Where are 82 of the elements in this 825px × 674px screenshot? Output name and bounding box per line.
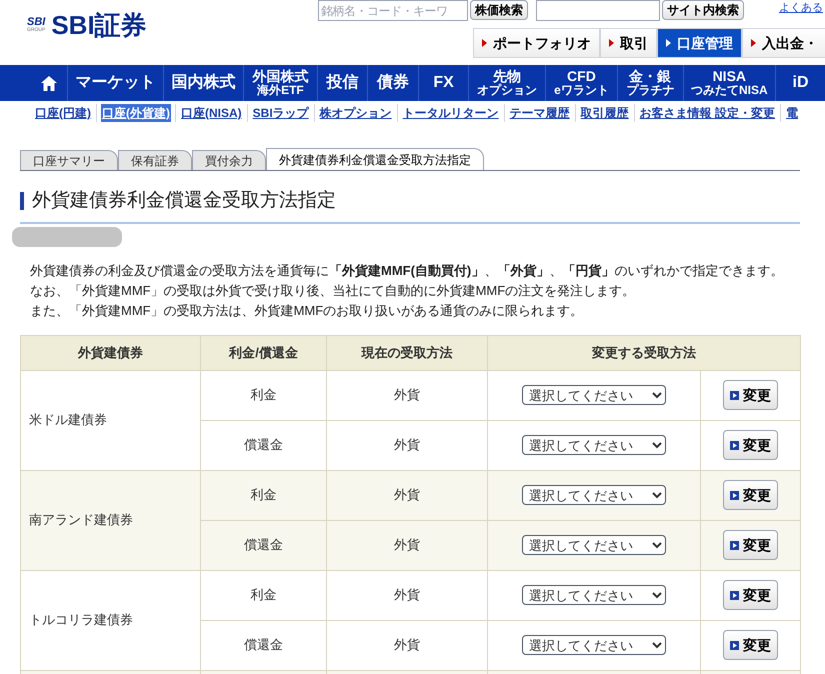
triangle-icon: [482, 39, 487, 47]
play-icon: [730, 540, 739, 550]
title-marker: [20, 192, 24, 210]
bond-name-cell: 米ドル建債券: [20, 370, 200, 470]
main-tab[interactable]: 入出金・: [742, 28, 825, 58]
site-search-button[interactable]: サイト内検索: [662, 0, 744, 20]
stock-search-field[interactable]: 銘柄名・コード・キーワ: [318, 0, 468, 21]
type-cell: 償還金: [200, 420, 326, 470]
stock-search-button[interactable]: 株価検索: [470, 0, 528, 20]
type-cell: 利金: [200, 570, 326, 620]
column-header: 外貨建債券: [20, 335, 200, 370]
sub-nav-link[interactable]: SBIラップ: [252, 104, 310, 122]
method-select[interactable]: 選択してください: [522, 585, 666, 605]
method-select[interactable]: 選択してください: [522, 635, 666, 655]
main-tab[interactable]: ポートフォリオ: [473, 28, 600, 58]
type-cell: 利金: [200, 470, 326, 520]
sub-nav-link[interactable]: トータルリターン: [402, 104, 500, 122]
play-icon: [730, 640, 739, 650]
page-tab[interactable]: 買付余力: [192, 150, 266, 170]
page-tab[interactable]: 外貨建債券利金償還金受取方法指定: [266, 148, 484, 170]
play-icon: [730, 390, 739, 400]
current-method-cell: 外貨: [326, 520, 488, 570]
sub-nav-link[interactable]: 電: [785, 104, 800, 122]
column-header: 現在の受取方法: [326, 335, 488, 370]
triangle-icon: [609, 39, 614, 47]
current-method-cell: 外貨: [326, 420, 488, 470]
triangle-icon: [751, 39, 756, 47]
page-tab[interactable]: 保有証券: [118, 150, 192, 170]
home-icon[interactable]: [40, 76, 57, 90]
current-method-cell: 外貨: [326, 370, 488, 420]
sub-nav-link[interactable]: 口座(外貨建): [101, 104, 171, 122]
nav-item[interactable]: 外国株式 海外ETF: [243, 65, 316, 101]
play-icon: [730, 490, 739, 500]
sub-nav-link[interactable]: 株オプション: [318, 104, 393, 122]
method-select[interactable]: 選択してください: [522, 535, 666, 555]
nav-item[interactable]: 国内株式: [162, 65, 244, 101]
nav-item[interactable]: マーケット: [67, 65, 163, 101]
page-tab[interactable]: 口座サマリー: [20, 150, 118, 170]
page-title: 外貨建債券利金償還金受取方法指定: [32, 189, 336, 213]
sub-nav-link[interactable]: 取引履歴: [580, 104, 630, 122]
nav-item[interactable]: 債券: [367, 65, 418, 101]
nav-item[interactable]: 金・銀 プラチナ: [616, 65, 683, 101]
nav-item[interactable]: 投信: [316, 65, 368, 101]
sub-nav-link[interactable]: お客さま情報 設定・変更: [638, 104, 776, 122]
change-button[interactable]: 変更: [723, 430, 778, 460]
type-cell: 利金: [200, 370, 326, 420]
type-cell: 償還金: [200, 520, 326, 570]
triangle-icon: [666, 39, 671, 47]
nav-item[interactable]: FX: [418, 65, 468, 101]
description-text: なお、「外貨建MMF」の受取は外貨で受け取り後、当社にて自動的に外貨建MMFの注文を発注します。: [30, 282, 636, 300]
nav-item[interactable]: CFD eワラント: [544, 65, 617, 101]
sub-nav-link[interactable]: テーマ履歴: [508, 104, 571, 122]
nav-item[interactable]: iD: [775, 65, 825, 101]
nav-item[interactable]: NISA つみたてNISA: [682, 65, 775, 101]
column-header: 利金/償還金: [200, 335, 326, 370]
current-method-cell: 外貨: [326, 620, 488, 670]
column-header: 変更する受取方法: [488, 335, 800, 370]
description-text: 外貨建債券の利金及び償還金の受取方法を通貨毎に「外貨建MMF(自動買付)」、「外貨」、「円貨」のいずれかで指定できます。: [30, 262, 784, 280]
nav-item[interactable]: 先物 オプション: [468, 65, 545, 101]
logo-text: SBI証券: [51, 12, 147, 38]
main-tab[interactable]: 口座管理: [657, 28, 742, 58]
description-text: また、「外貨建MMF」の受取方法は、外貨建MMFのお取り扱いがある通貨のみに限られます。: [30, 302, 584, 320]
sub-nav-link[interactable]: 口座(円建): [34, 104, 92, 122]
bond-name-cell: 南アランド建債券: [20, 470, 200, 570]
type-cell: 償還金: [200, 620, 326, 670]
current-method-cell: 外貨: [326, 570, 488, 620]
change-button[interactable]: 変更: [723, 380, 778, 410]
play-icon: [730, 440, 739, 450]
current-method-cell: 外貨: [326, 470, 488, 520]
change-button[interactable]: 変更: [723, 630, 778, 660]
method-select[interactable]: 選択してください: [522, 385, 666, 405]
change-button[interactable]: 変更: [723, 580, 778, 610]
site-search-field[interactable]: [536, 0, 660, 21]
help-link[interactable]: よくある: [779, 0, 823, 16]
change-button[interactable]: 変更: [723, 480, 778, 510]
sub-nav-link[interactable]: 口座(NISA): [180, 104, 243, 122]
method-select[interactable]: 選択してください: [522, 435, 666, 455]
play-icon: [730, 590, 739, 600]
main-tab[interactable]: 取引: [600, 28, 657, 58]
bond-name-cell: トルコリラ建債券: [20, 570, 200, 670]
change-button[interactable]: 変更: [723, 530, 778, 560]
method-select[interactable]: 選択してください: [522, 485, 666, 505]
